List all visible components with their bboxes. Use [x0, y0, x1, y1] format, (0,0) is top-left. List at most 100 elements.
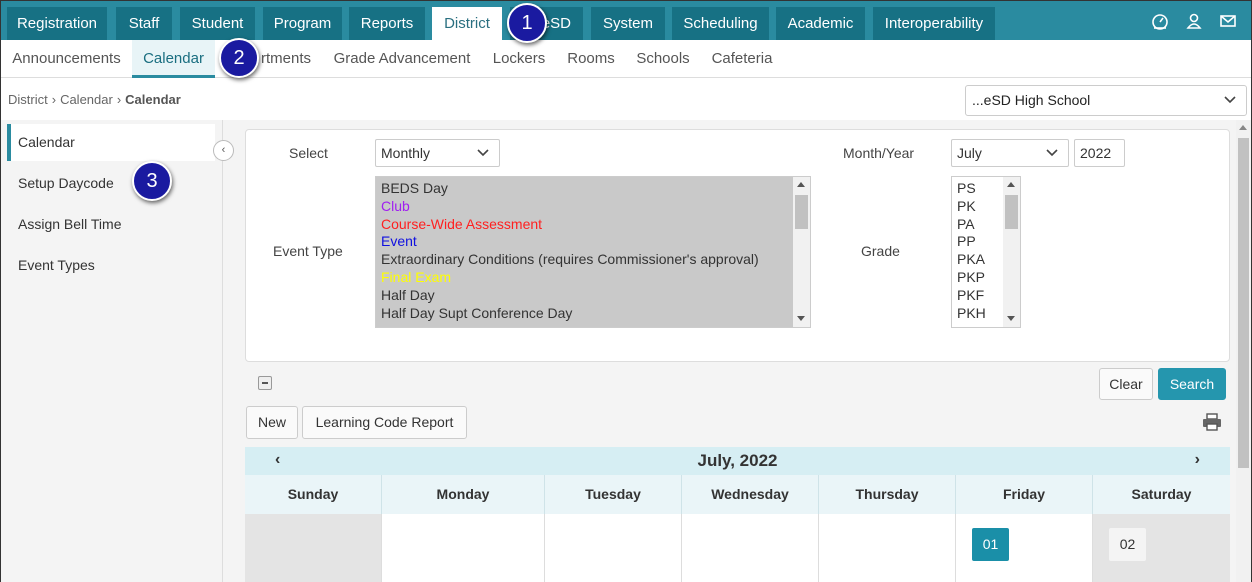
next-month-button[interactable]: ›: [1195, 451, 1200, 469]
grade-option[interactable]: PS: [957, 180, 1003, 198]
event-type-option[interactable]: Extraordinary Conditions (requires Commi…: [381, 251, 793, 269]
year-input[interactable]: 2022: [1074, 139, 1125, 167]
tab-district[interactable]: District: [432, 7, 502, 40]
event-type-option[interactable]: Final Exam: [381, 269, 793, 287]
calendar-month-title: July, 2022: [697, 451, 778, 470]
chevron-down-icon: [1046, 149, 1058, 157]
tab-staff[interactable]: Staff: [116, 7, 172, 40]
sidebar-item-calendar[interactable]: Calendar: [7, 124, 215, 161]
listbox-scrollbar[interactable]: [1003, 177, 1020, 327]
page-scrollbar[interactable]: [1236, 120, 1251, 582]
chevron-right-icon: ›: [51, 92, 57, 107]
month-dropdown[interactable]: July: [951, 139, 1069, 167]
tab-academic[interactable]: Academic: [776, 7, 865, 40]
collapse-sidebar-button[interactable]: ‹: [213, 140, 234, 161]
event-type-option[interactable]: BEDS Day: [381, 180, 793, 198]
weekday-header: Wednesday: [682, 475, 819, 514]
school-selector[interactable]: ...eSD High School: [965, 85, 1247, 116]
grade-option[interactable]: PA: [957, 216, 1003, 234]
event-type-option[interactable]: Half Day Supt Conference Day: [381, 305, 793, 323]
tab-scheduling[interactable]: Scheduling: [672, 7, 769, 40]
callout-2: 2: [219, 38, 259, 78]
subnav-grade-advancement[interactable]: Grade Advancement: [323, 40, 481, 78]
collapse-filters-button[interactable]: [258, 376, 272, 390]
breadcrumb: District › Calendar › Calendar: [8, 92, 181, 107]
subnav-lockers[interactable]: Lockers: [481, 40, 557, 78]
event-type-option[interactable]: Club: [381, 198, 793, 216]
sidebar-item-setup-daycode[interactable]: Setup Daycode: [7, 165, 215, 202]
event-type-option[interactable]: Event: [381, 233, 793, 251]
calendar-header: ‹ July, 2022 ›: [245, 447, 1230, 475]
select-view-dropdown[interactable]: Monthly: [375, 139, 500, 167]
grade-option[interactable]: PKA: [957, 251, 1003, 269]
subnav-cafeteria[interactable]: Cafeteria: [701, 40, 783, 78]
calendar-day-cell: [245, 514, 382, 582]
breadcrumb-calendar[interactable]: Calendar: [60, 92, 113, 107]
grade-options: PS PK PA PP PKA PKP PKF PKH: [952, 177, 1003, 327]
dashboard-icon[interactable]: [1151, 12, 1169, 35]
month-value: July: [957, 145, 982, 161]
weekday-header: Monday: [382, 475, 545, 514]
tab-registration[interactable]: Registration: [7, 7, 107, 40]
grade-label: Grade: [861, 243, 900, 259]
top-nav: Registration Staff Student Program Repor…: [1, 1, 1251, 40]
calendar-day-number[interactable]: 02: [1109, 528, 1146, 561]
callout-1: 1: [507, 3, 547, 43]
chevron-right-icon: ›: [116, 92, 122, 107]
search-button[interactable]: Search: [1158, 368, 1226, 400]
mail-icon[interactable]: [1219, 12, 1237, 35]
tab-student[interactable]: Student: [180, 7, 255, 40]
subnav-schools[interactable]: Schools: [625, 40, 701, 78]
event-type-listbox[interactable]: BEDS Day Club Course-Wide Assessment Event E…: [375, 176, 811, 328]
breadcrumb-district[interactable]: District: [8, 92, 48, 107]
grade-option[interactable]: PK: [957, 198, 1003, 216]
tab-reports[interactable]: Reports: [349, 7, 425, 40]
clear-button[interactable]: Clear: [1099, 368, 1153, 400]
grade-listbox[interactable]: PS PK PA PP PKA PKP PKF PKH: [951, 176, 1021, 328]
tab-program[interactable]: Program: [263, 7, 342, 40]
grade-option[interactable]: PKP: [957, 269, 1003, 287]
month-year-label: Month/Year: [843, 145, 915, 161]
chevron-down-icon: [477, 149, 489, 157]
year-value: 2022: [1080, 145, 1112, 161]
subnav-rooms[interactable]: Rooms: [557, 40, 625, 78]
event-type-options: BEDS Day Club Course-Wide Assessment Event E…: [376, 177, 793, 327]
learning-code-report-button[interactable]: Learning Code Report: [302, 406, 467, 439]
grade-option[interactable]: PKH: [957, 305, 1003, 323]
breadcrumb-current: Calendar: [125, 92, 181, 107]
subnav-calendar[interactable]: Calendar: [132, 40, 215, 78]
weekday-header: Tuesday: [545, 475, 682, 514]
event-type-option[interactable]: Course-Wide Assessment: [381, 216, 793, 234]
sidebar-item-event-types[interactable]: Event Types: [7, 247, 215, 284]
calendar-day-cell: [382, 514, 545, 582]
grade-option[interactable]: PP: [957, 233, 1003, 251]
subnav-announcements[interactable]: Announcements: [1, 40, 132, 78]
school-selector-value: ...eSD High School: [972, 92, 1091, 108]
calendar-day-cell[interactable]: 01: [956, 514, 1093, 582]
calendar-week-row: 01 02: [245, 514, 1230, 582]
select-view-value: Monthly: [381, 145, 431, 161]
sub-nav: Announcements Calendar rtments Grade Adv…: [1, 40, 1251, 78]
user-icon[interactable]: [1185, 12, 1203, 35]
event-type-option[interactable]: Half Day: [381, 287, 793, 305]
printer-icon[interactable]: [1202, 413, 1222, 431]
weekday-header: Sunday: [245, 475, 382, 514]
calendar-day-cell: [545, 514, 682, 582]
tab-system[interactable]: System: [591, 7, 665, 40]
event-type-label: Event Type: [273, 243, 343, 259]
new-button[interactable]: New: [246, 406, 298, 439]
sidebar-item-assign-bell-time[interactable]: Assign Bell Time: [7, 206, 215, 243]
weekday-header: Saturday: [1131, 486, 1192, 502]
tab-interoperability[interactable]: Interoperability: [873, 7, 995, 40]
calendar-day-cell: [819, 514, 956, 582]
calendar-day-number-today[interactable]: 01: [972, 528, 1009, 561]
callout-3: 3: [132, 161, 172, 201]
weekday-header: Thursday: [819, 475, 956, 514]
weekday-header-row: Sunday Monday Tuesday Wednesday Thursday…: [245, 475, 1230, 514]
grade-option[interactable]: PKF: [957, 287, 1003, 305]
listbox-scrollbar[interactable]: [793, 177, 810, 327]
select-label: Select: [289, 145, 328, 161]
calendar-day-cell[interactable]: 02: [1093, 514, 1230, 582]
calendar-day-cell: [682, 514, 819, 582]
chevron-down-icon: [1224, 96, 1236, 104]
